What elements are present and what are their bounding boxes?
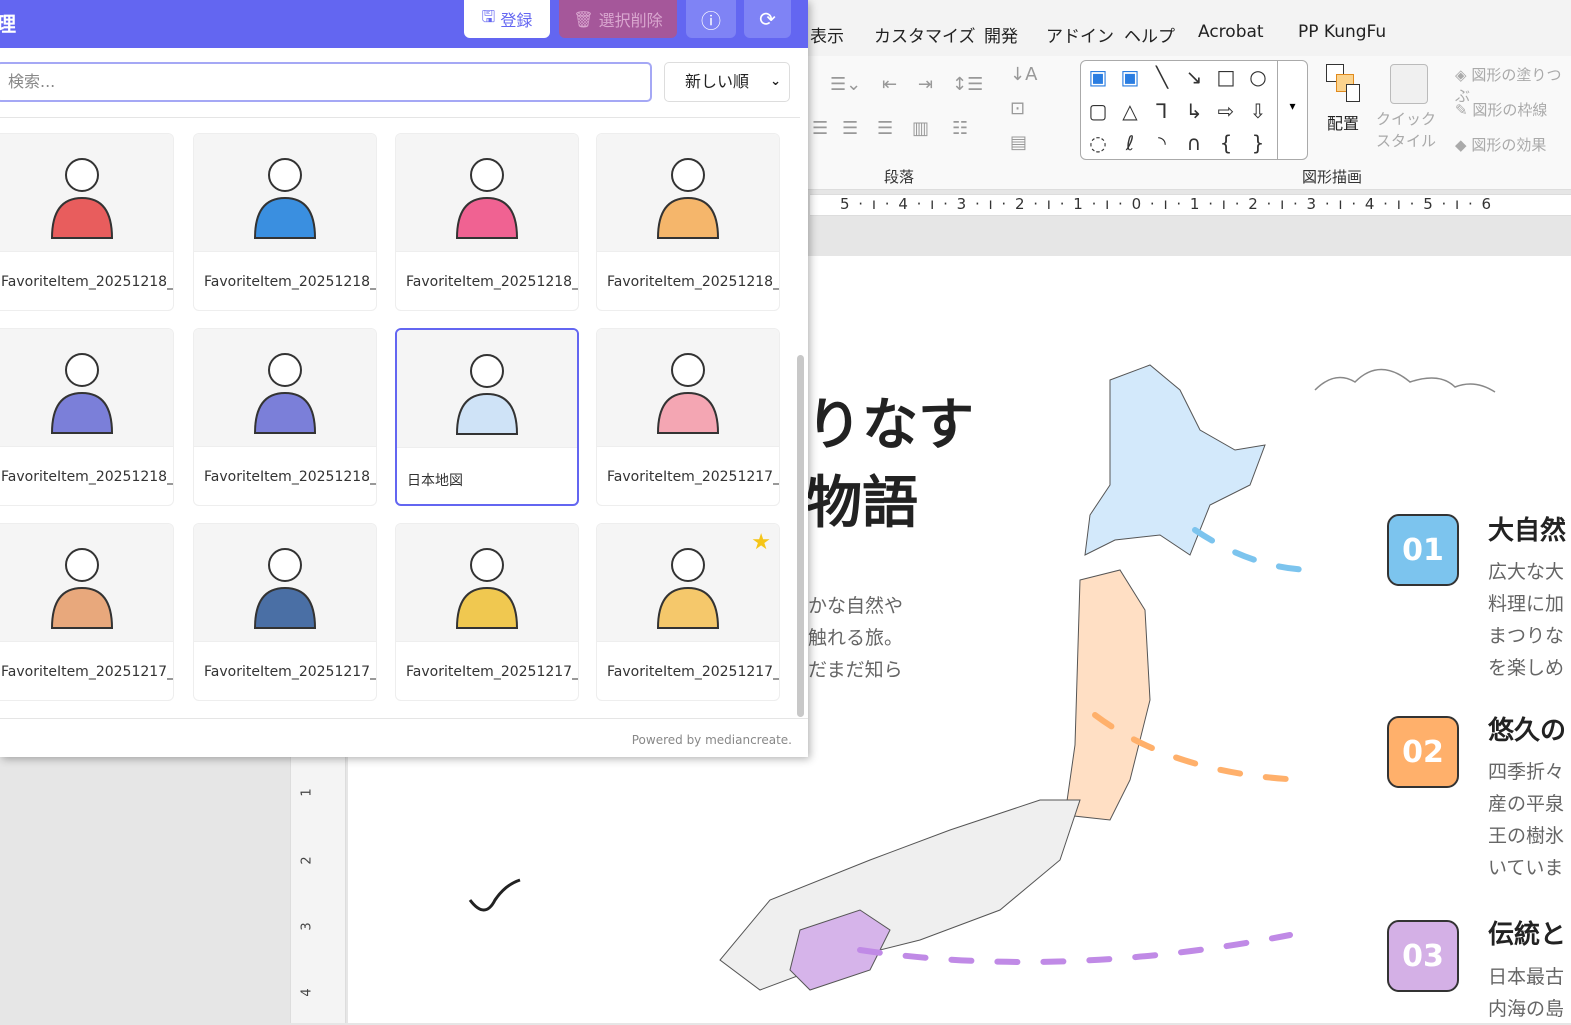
item-name: FavoriteItem_20251218_ bbox=[607, 274, 779, 290]
item-card[interactable]: FavoriteItem_20251217_ ★ bbox=[596, 523, 780, 701]
illustration-icon bbox=[656, 352, 720, 434]
feature-badge-02[interactable]: 02 bbox=[1387, 716, 1459, 788]
body-line: 触れる旅。 bbox=[808, 627, 904, 649]
item-thumbnail bbox=[194, 134, 376, 252]
illustration-icon bbox=[656, 157, 720, 239]
sort-select[interactable]: 新しい順 ⌄ bbox=[664, 62, 790, 102]
illustration-icon bbox=[455, 547, 519, 629]
illustration-icon bbox=[455, 353, 519, 435]
item-card[interactable]: FavoriteItem_20251218_ bbox=[0, 328, 174, 506]
item-card[interactable]: 日本地図 bbox=[395, 328, 579, 506]
illustration-icon bbox=[50, 157, 114, 239]
item-card[interactable]: FavoriteItem_20251218_ bbox=[596, 133, 780, 311]
item-name: FavoriteItem_20251218_ bbox=[204, 274, 376, 290]
register-label: 登録 bbox=[500, 11, 533, 30]
star-icon[interactable]: ★ bbox=[751, 530, 771, 555]
item-thumbnail bbox=[396, 524, 578, 642]
favorites-panel: 理 🖫 登録 🗑 選択削除 ⓘ ⟳ 検索... 新しい順 ⌄ FavoriteItem… bbox=[0, 0, 808, 757]
item-card[interactable]: FavoriteItem_20251217_ bbox=[193, 523, 377, 701]
honshu bbox=[719, 799, 1081, 991]
item-name: 日本地図 bbox=[407, 473, 463, 489]
illustration-icon bbox=[253, 352, 317, 434]
body-line: かな自然や bbox=[808, 595, 904, 617]
cloud-icon bbox=[1314, 368, 1496, 393]
illustration-icon bbox=[656, 547, 720, 629]
item-name: FavoriteItem_20251218_ bbox=[406, 274, 578, 290]
illustration-icon bbox=[50, 547, 114, 629]
delete-label: 選択削除 bbox=[598, 11, 663, 30]
item-name: FavoriteItem_20251218_ bbox=[1, 469, 173, 485]
item-thumbnail bbox=[597, 134, 779, 252]
refresh-icon: ⟳ bbox=[759, 7, 776, 31]
illustration-icon bbox=[253, 157, 317, 239]
slide-body-text[interactable]: かな自然や 触れる旅。 だまだ知ら bbox=[808, 590, 903, 686]
item-card[interactable]: FavoriteItem_20251218_ bbox=[193, 133, 377, 311]
item-card[interactable]: FavoriteItem_20251218_ bbox=[193, 328, 377, 506]
divider bbox=[0, 117, 800, 118]
item-name: FavoriteItem_20251217_ bbox=[204, 664, 376, 680]
body-line: だまだ知ら bbox=[808, 659, 903, 681]
item-thumbnail bbox=[397, 330, 577, 448]
illustration-icon bbox=[253, 547, 317, 629]
delete-selected-button[interactable]: 🗑 選択削除 bbox=[559, 0, 677, 38]
divider bbox=[0, 718, 808, 719]
item-thumbnail bbox=[597, 329, 779, 447]
item-card[interactable]: FavoriteItem_20251217_ bbox=[395, 523, 579, 701]
panel-header: 理 🖫 登録 🗑 選択削除 ⓘ ⟳ bbox=[0, 0, 808, 48]
tohoku bbox=[1064, 569, 1151, 821]
feature-text[interactable]: 広大な大 料理に加 まつりな を楽しめ bbox=[1488, 556, 1564, 684]
item-name: FavoriteItem_20251217_ bbox=[406, 664, 578, 680]
save-icon: 🖫 bbox=[481, 6, 496, 26]
item-card[interactable]: FavoriteItem_20251218_ bbox=[0, 133, 174, 311]
item-thumbnail bbox=[194, 524, 376, 642]
slide-title-line1[interactable]: りなす bbox=[806, 380, 974, 461]
chevron-down-icon: ⌄ bbox=[770, 74, 781, 89]
feature-text[interactable]: 四季折々 産の平泉 王の樹氷 いていま bbox=[1488, 756, 1564, 884]
scrollbar[interactable] bbox=[797, 355, 804, 717]
item-card[interactable]: FavoriteItem_20251217_ bbox=[0, 523, 174, 701]
item-thumbnail bbox=[194, 329, 376, 447]
item-thumbnail bbox=[0, 329, 173, 447]
item-name: FavoriteItem_20251217_ bbox=[1, 664, 173, 680]
trash-icon: 🗑 bbox=[573, 9, 594, 29]
feature-title[interactable]: 悠久の bbox=[1488, 710, 1566, 747]
bird-icon bbox=[468, 878, 521, 912]
item-name: FavoriteItem_20251218_ bbox=[204, 469, 376, 485]
panel-title: 理 bbox=[0, 12, 16, 36]
item-card[interactable]: FavoriteItem_20251218_ bbox=[395, 133, 579, 311]
illustration-icon bbox=[50, 352, 114, 434]
item-thumbnail bbox=[396, 134, 578, 252]
feature-badge-03[interactable]: 03 bbox=[1387, 920, 1459, 992]
feature-title[interactable]: 大自然 bbox=[1488, 510, 1566, 547]
sort-value: 新しい順 bbox=[685, 72, 750, 91]
item-name: FavoriteItem_20251218_ bbox=[1, 274, 173, 290]
feature-text[interactable]: 日本最古 内海の島 bbox=[1488, 961, 1564, 1025]
item-name: FavoriteItem_20251217_ bbox=[607, 469, 779, 485]
search-input[interactable]: 検索... bbox=[0, 62, 652, 102]
register-button[interactable]: 🖫 登録 bbox=[464, 0, 550, 38]
feature-title[interactable]: 伝統と bbox=[1488, 914, 1566, 951]
feature-badge-01[interactable]: 01 bbox=[1387, 514, 1459, 586]
hokkaido bbox=[1084, 364, 1266, 556]
illustration-icon bbox=[455, 157, 519, 239]
slide-title-line2[interactable]: 物語 bbox=[806, 458, 918, 539]
help-button[interactable]: ⓘ bbox=[686, 0, 736, 38]
item-thumbnail bbox=[0, 524, 173, 642]
item-card[interactable]: FavoriteItem_20251217_ bbox=[596, 328, 780, 506]
item-thumbnail bbox=[0, 134, 173, 252]
help-icon: ⓘ bbox=[701, 8, 721, 33]
refresh-button[interactable]: ⟳ bbox=[744, 0, 791, 38]
powered-by: Powered by mediancreate. bbox=[631, 733, 792, 747]
item-name: FavoriteItem_20251217_ bbox=[607, 664, 779, 680]
